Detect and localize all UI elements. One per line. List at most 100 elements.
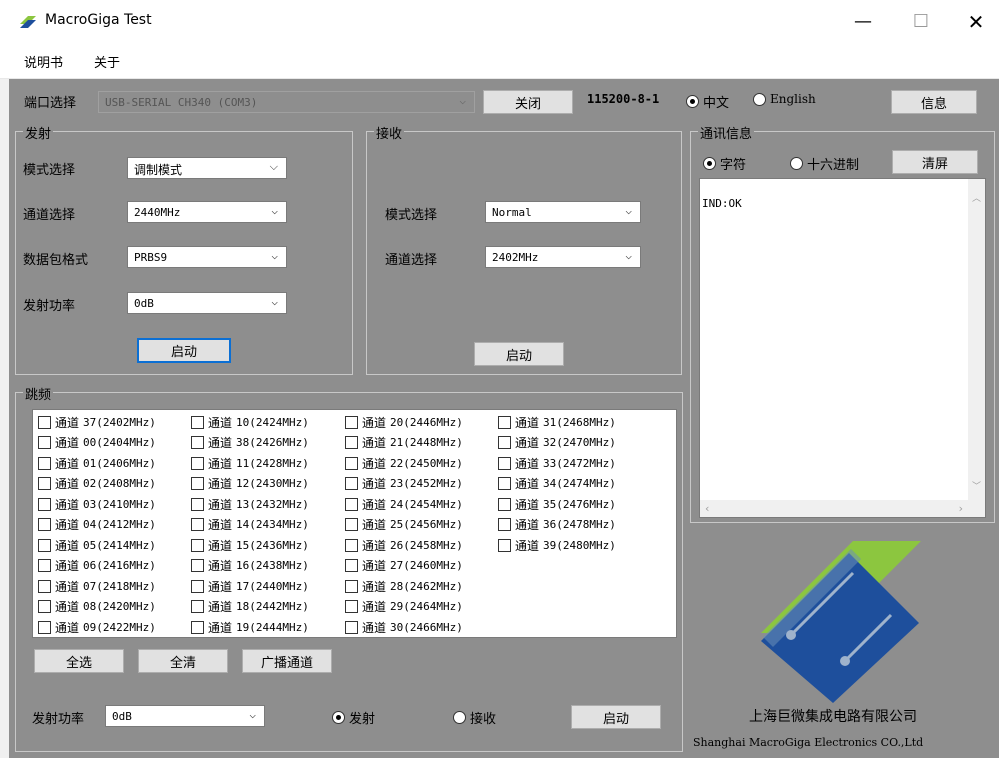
channel-item[interactable]: 通道 03(2410MHz) bbox=[38, 494, 156, 515]
tx-start-button[interactable]: 启动 bbox=[137, 338, 231, 363]
channel-item[interactable]: 通道 28(2462MHz) bbox=[345, 576, 463, 597]
channel-item[interactable]: 通道 25(2456MHz) bbox=[345, 515, 463, 536]
checkbox[interactable] bbox=[38, 579, 51, 593]
comm-hex-radio[interactable]: 十六进制 bbox=[790, 154, 859, 173]
channel-item[interactable]: 通道 20(2446MHz) bbox=[345, 412, 463, 433]
comm-log[interactable]: IND:OK ︿ ﹀ ‹ › bbox=[699, 178, 986, 518]
scroll-up-icon[interactable]: ︿ bbox=[972, 191, 981, 204]
rx-start-button[interactable]: 启动 bbox=[474, 342, 564, 366]
select-all-button[interactable]: 全选 bbox=[34, 649, 124, 673]
checkbox[interactable] bbox=[498, 456, 511, 470]
channel-item[interactable]: 通道 26(2458MHz) bbox=[345, 535, 463, 556]
checkbox[interactable] bbox=[498, 538, 511, 552]
checkbox[interactable] bbox=[191, 518, 204, 532]
checkbox[interactable] bbox=[191, 497, 204, 511]
comm-char-radio[interactable]: 字符 bbox=[703, 154, 746, 173]
close-window-button[interactable]: ✕ bbox=[953, 0, 999, 43]
checkbox[interactable] bbox=[345, 436, 358, 450]
channel-item[interactable]: 通道 19(2444MHz) bbox=[191, 617, 309, 638]
checkbox[interactable] bbox=[191, 579, 204, 593]
checkbox[interactable] bbox=[345, 538, 358, 552]
channel-item[interactable]: 通道 09(2422MHz) bbox=[38, 617, 156, 638]
checkbox[interactable] bbox=[498, 477, 511, 491]
channel-item[interactable]: 通道 10(2424MHz) bbox=[191, 412, 309, 433]
channel-item[interactable]: 通道 00(2404MHz) bbox=[38, 433, 156, 454]
tx-channel-select[interactable]: 2440MHz ⌵ bbox=[127, 201, 287, 223]
horizontal-scrollbar[interactable]: ‹ › bbox=[700, 500, 985, 517]
channel-item[interactable]: 通道 07(2418MHz) bbox=[38, 576, 156, 597]
checkbox[interactable] bbox=[38, 600, 51, 614]
channel-item[interactable]: 通道 22(2450MHz) bbox=[345, 453, 463, 474]
info-button[interactable]: 信息 bbox=[891, 90, 977, 114]
checkbox[interactable] bbox=[38, 559, 51, 573]
channel-item[interactable]: 通道 30(2466MHz) bbox=[345, 617, 463, 638]
channel-item[interactable]: 通道 05(2414MHz) bbox=[38, 535, 156, 556]
channel-item[interactable]: 通道 11(2428MHz) bbox=[191, 453, 309, 474]
checkbox[interactable] bbox=[498, 415, 511, 429]
checkbox[interactable] bbox=[345, 559, 358, 573]
minimize-button[interactable]: — bbox=[840, 0, 886, 43]
clear-screen-button[interactable]: 清屏 bbox=[892, 150, 978, 174]
checkbox[interactable] bbox=[38, 436, 51, 450]
channel-item[interactable]: 通道 06(2416MHz) bbox=[38, 556, 156, 577]
tx-mode-select[interactable]: 调制模式 ⌵ bbox=[127, 157, 287, 179]
checkbox[interactable] bbox=[38, 497, 51, 511]
channel-item[interactable]: 通道 31(2468MHz) bbox=[498, 412, 616, 433]
checkbox[interactable] bbox=[345, 620, 358, 634]
broadcast-channel-button[interactable]: 广播通道 bbox=[242, 649, 332, 673]
channel-item[interactable]: 通道 12(2430MHz) bbox=[191, 474, 309, 495]
checkbox[interactable] bbox=[191, 436, 204, 450]
channel-item[interactable]: 通道 16(2438MHz) bbox=[191, 556, 309, 577]
channel-item[interactable]: 通道 24(2454MHz) bbox=[345, 494, 463, 515]
channel-item[interactable]: 通道 17(2440MHz) bbox=[191, 576, 309, 597]
channel-item[interactable]: 通道 35(2476MHz) bbox=[498, 494, 616, 515]
checkbox[interactable] bbox=[345, 456, 358, 470]
channel-item[interactable]: 通道 32(2470MHz) bbox=[498, 433, 616, 454]
hop-tx-radio[interactable]: 发射 bbox=[332, 708, 375, 727]
channel-item[interactable]: 通道 21(2448MHz) bbox=[345, 433, 463, 454]
channel-item[interactable]: 通道 18(2442MHz) bbox=[191, 597, 309, 618]
maximize-button[interactable]: ☐ bbox=[898, 0, 944, 43]
checkbox[interactable] bbox=[191, 456, 204, 470]
lang-cn-radio[interactable]: 中文 bbox=[686, 92, 729, 111]
checkbox[interactable] bbox=[345, 579, 358, 593]
checkbox[interactable] bbox=[345, 477, 358, 491]
menu-about[interactable]: 关于 bbox=[94, 52, 120, 71]
hop-start-button[interactable]: 启动 bbox=[571, 705, 661, 729]
channel-item[interactable]: 通道 08(2420MHz) bbox=[38, 597, 156, 618]
channel-item[interactable]: 通道 23(2452MHz) bbox=[345, 474, 463, 495]
port-select[interactable]: USB-SERIAL CH340 (COM3) ⌵ bbox=[98, 91, 475, 113]
channel-item[interactable]: 通道 33(2472MHz) bbox=[498, 453, 616, 474]
checkbox[interactable] bbox=[345, 415, 358, 429]
checkbox[interactable] bbox=[191, 538, 204, 552]
menu-manual[interactable]: 说明书 bbox=[24, 52, 63, 71]
checkbox[interactable] bbox=[38, 415, 51, 429]
checkbox[interactable] bbox=[38, 518, 51, 532]
clear-all-button[interactable]: 全清 bbox=[138, 649, 228, 673]
lang-en-radio[interactable]: English bbox=[753, 92, 816, 106]
checkbox[interactable] bbox=[191, 600, 204, 614]
scroll-right-icon[interactable]: › bbox=[959, 502, 963, 515]
checkbox[interactable] bbox=[38, 538, 51, 552]
channel-item[interactable]: 通道 34(2474MHz) bbox=[498, 474, 616, 495]
vertical-scrollbar[interactable]: ︿ ﹀ bbox=[968, 179, 985, 500]
tx-power-select[interactable]: 0dB ⌵ bbox=[127, 292, 287, 314]
rx-channel-select[interactable]: 2402MHz ⌵ bbox=[485, 246, 641, 268]
channel-item[interactable]: 通道 15(2436MHz) bbox=[191, 535, 309, 556]
channel-item[interactable]: 通道 13(2432MHz) bbox=[191, 494, 309, 515]
scroll-down-icon[interactable]: ﹀ bbox=[972, 479, 981, 492]
channel-item[interactable]: 通道 29(2464MHz) bbox=[345, 597, 463, 618]
channel-item[interactable]: 通道 01(2406MHz) bbox=[38, 453, 156, 474]
port-close-button[interactable]: 关闭 bbox=[483, 90, 573, 114]
checkbox[interactable] bbox=[38, 477, 51, 491]
checkbox[interactable] bbox=[38, 620, 51, 634]
scroll-left-icon[interactable]: ‹ bbox=[705, 502, 709, 515]
checkbox[interactable] bbox=[191, 559, 204, 573]
channel-item[interactable]: 通道 36(2478MHz) bbox=[498, 515, 616, 536]
channel-item[interactable]: 通道 37(2402MHz) bbox=[38, 412, 156, 433]
tx-packet-select[interactable]: PRBS9 ⌵ bbox=[127, 246, 287, 268]
channel-item[interactable]: 通道 39(2480MHz) bbox=[498, 535, 616, 556]
channel-item[interactable]: 通道 14(2434MHz) bbox=[191, 515, 309, 536]
checkbox[interactable] bbox=[498, 436, 511, 450]
channel-item[interactable]: 通道 27(2460MHz) bbox=[345, 556, 463, 577]
